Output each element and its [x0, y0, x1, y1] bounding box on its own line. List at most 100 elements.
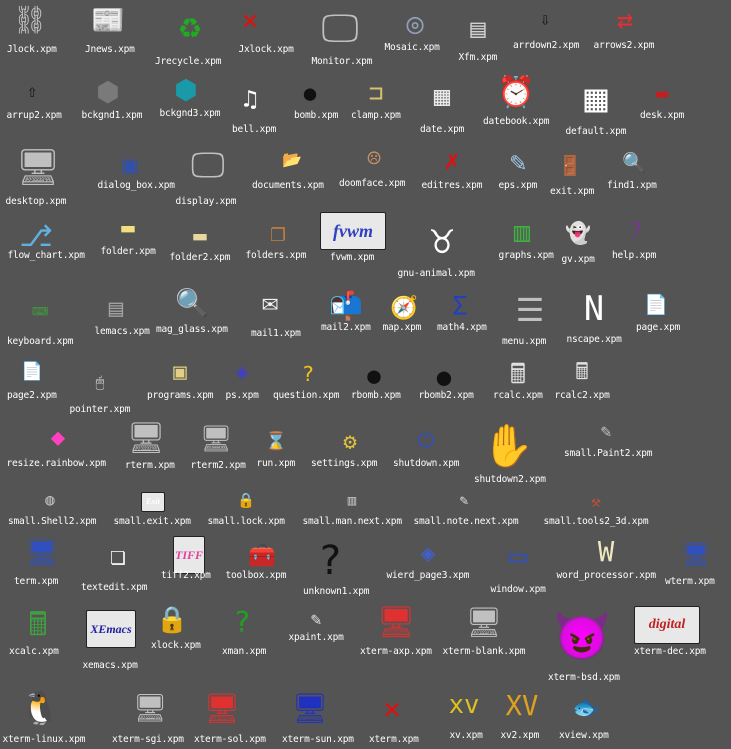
mosaic-icon: ◎: [406, 5, 424, 40]
keyboard-icon: ⌨: [31, 297, 49, 329]
icon-filename-label: rcalc2.xpm: [554, 390, 610, 401]
icon-filename-label: textedit.xpm: [81, 582, 148, 593]
arrow-down-icon: ⇩: [539, 10, 551, 31]
icon-filename-label: wterm.xpm: [665, 576, 715, 587]
tiff-image-icon: TIFF: [173, 536, 205, 574]
icon-filename-label: help.xpm: [612, 250, 657, 261]
icon-filename-label: xman.xpm: [222, 646, 267, 657]
icon-filename-label: arrdown2.xpm: [513, 40, 580, 51]
man-pages-icon: ▥: [347, 492, 357, 509]
magnifying-glass-icon: 🔍: [175, 288, 209, 320]
icon-filename-label: Jlock.xpm: [7, 44, 57, 55]
icon-filename-label: eps.xpm: [498, 180, 538, 191]
monitor-icon: 🖵: [321, 5, 359, 51]
bell-icon: ♫: [242, 85, 258, 113]
icon-filename-label: mail2.xpm: [321, 322, 371, 333]
icon-filename-label: mail1.xpm: [251, 328, 301, 339]
icon-filename-label: exit.xpm: [550, 186, 595, 197]
arrows-swap-icon: ⇄: [616, 5, 634, 37]
gnu-head-icon: ♉: [429, 217, 455, 263]
icon-filename-label: settings.xpm: [311, 458, 378, 469]
icon-filename-label: rbomb.xpm: [351, 390, 401, 401]
hex-background-teal-icon: ⬢: [174, 75, 198, 107]
remote-terminal-icon: 🖥: [126, 420, 166, 456]
icon-filename-label: nscape.xpm: [566, 334, 622, 345]
icon-filename-label: small.note.next.xpm: [413, 516, 519, 527]
graphs-icon: ▥: [513, 217, 531, 249]
xemacs-icon: XEmacs: [86, 610, 136, 648]
icon-filename-label: rterm.xpm: [125, 460, 175, 471]
icon-filename-label: folders.xpm: [245, 250, 307, 261]
icon-filename-label: arrows2.xpm: [593, 40, 655, 51]
help-book-icon: ?: [630, 219, 642, 243]
terminal-icon: 🖥: [25, 538, 59, 569]
icon-filename-label: shutdown.xpm: [393, 458, 460, 469]
xv-two-logo-icon: XV: [505, 691, 539, 723]
folder-tan-icon: ▬: [193, 222, 207, 249]
icon-filename-label: rcalc.xpm: [493, 390, 543, 401]
tools-icon: ⚒: [591, 492, 601, 511]
icon-filename-label: small.Shell2.xpm: [8, 516, 97, 527]
map-compass-icon: 🧭: [390, 294, 418, 321]
icon-filename-label: rterm2.xpm: [190, 460, 246, 471]
icon-filename-label: resize.rainbow.xpm: [6, 458, 107, 469]
icon-filename-label: xterm-bsd.xpm: [548, 672, 620, 683]
red-bomb-icon: ●: [367, 362, 381, 389]
toolbox-icon: 🧰: [248, 542, 276, 569]
xview-fish-icon: 🐟: [572, 694, 600, 721]
icon-filename-label: shutdown2.xpm: [474, 474, 546, 485]
postscript-icon: ◈: [235, 358, 249, 385]
icon-filename-label: xview.xpm: [559, 730, 609, 741]
window-icon: ▭: [508, 538, 528, 574]
red-bomb-two-icon: ●: [436, 363, 452, 391]
doom-face-icon: ☹: [367, 145, 381, 172]
calculator-icon: 🖩: [575, 358, 589, 385]
math-sigma-icon: Σ: [452, 292, 468, 323]
icon-filename-label: find1.xpm: [607, 180, 657, 191]
icon-filename-label: xterm-linux.xpm: [2, 734, 86, 745]
display-monitor-icon: 🖵: [191, 145, 225, 187]
programs-icon: ▣: [173, 358, 187, 385]
icon-filename-label: display.xpm: [175, 196, 237, 207]
icon-filename-label: toolbox.xpm: [225, 570, 287, 581]
xcalc-hand-icon: 🖩: [28, 605, 48, 643]
icon-filename-label: xterm-sun.xpm: [282, 734, 354, 745]
icon-filename-label: term.xpm: [14, 576, 59, 587]
icon-filename-label: math4.xpm: [437, 322, 487, 333]
chain-lock-icon: ⛓: [12, 5, 48, 37]
icon-filename-label: bomb.xpm: [294, 110, 339, 121]
icon-filename-label: clamp.xpm: [351, 110, 401, 121]
icon-filename-label: window.xpm: [490, 584, 546, 595]
newspaper-icon: 📰: [91, 5, 125, 37]
icon-filename-label: default.xpm: [565, 126, 627, 137]
mailbox-icon: 📬: [329, 291, 363, 323]
wterm-icon: 🖥: [681, 541, 711, 568]
ghost-icon: 👻: [565, 220, 591, 245]
icon-filename-label: bckgnd3.xpm: [159, 108, 221, 119]
icon-filename-label: desktop.xpm: [5, 196, 67, 207]
hex-background-gray-icon: ⬢: [96, 77, 120, 109]
mail-envelope-icon: ✉: [261, 287, 279, 319]
icon-filename-label: xterm-sgi.xpm: [112, 734, 184, 745]
icon-filename-label: xterm-dec.xpm: [634, 646, 706, 657]
icon-filename-label: pointer.xpm: [69, 404, 131, 415]
folder-icon: ▬: [121, 214, 135, 241]
folders-icon: ❐: [270, 218, 286, 249]
question-mark-icon: ?: [301, 361, 315, 386]
icon-filename-label: fvwm.xpm: [330, 252, 375, 263]
shutdown-hand-icon: ✋: [482, 421, 534, 471]
icon-filename-label: question.xpm: [273, 390, 340, 401]
textedit-pages-icon: ❏: [110, 541, 126, 572]
icon-filename-label: xterm-axp.xpm: [360, 646, 432, 657]
icon-filename-label: xemacs.xpm: [82, 660, 138, 671]
icon-filename-label: xcalc.xpm: [9, 646, 59, 657]
xterm-sun-icon: 🖥: [291, 690, 329, 725]
xterm-axp-icon: 🖥: [376, 604, 416, 640]
icon-filename-label: page.xpm: [636, 322, 681, 333]
recycle-icon: ♻: [178, 3, 202, 47]
xv-logo-icon: xv: [448, 690, 480, 721]
lemacs-icon: ▤: [108, 294, 124, 322]
icon-filename-label: xterm-sol.xpm: [194, 734, 266, 745]
icon-filename-label: rbomb2.xpm: [418, 390, 474, 401]
icon-filename-label: word_processor.xpm: [556, 570, 657, 581]
